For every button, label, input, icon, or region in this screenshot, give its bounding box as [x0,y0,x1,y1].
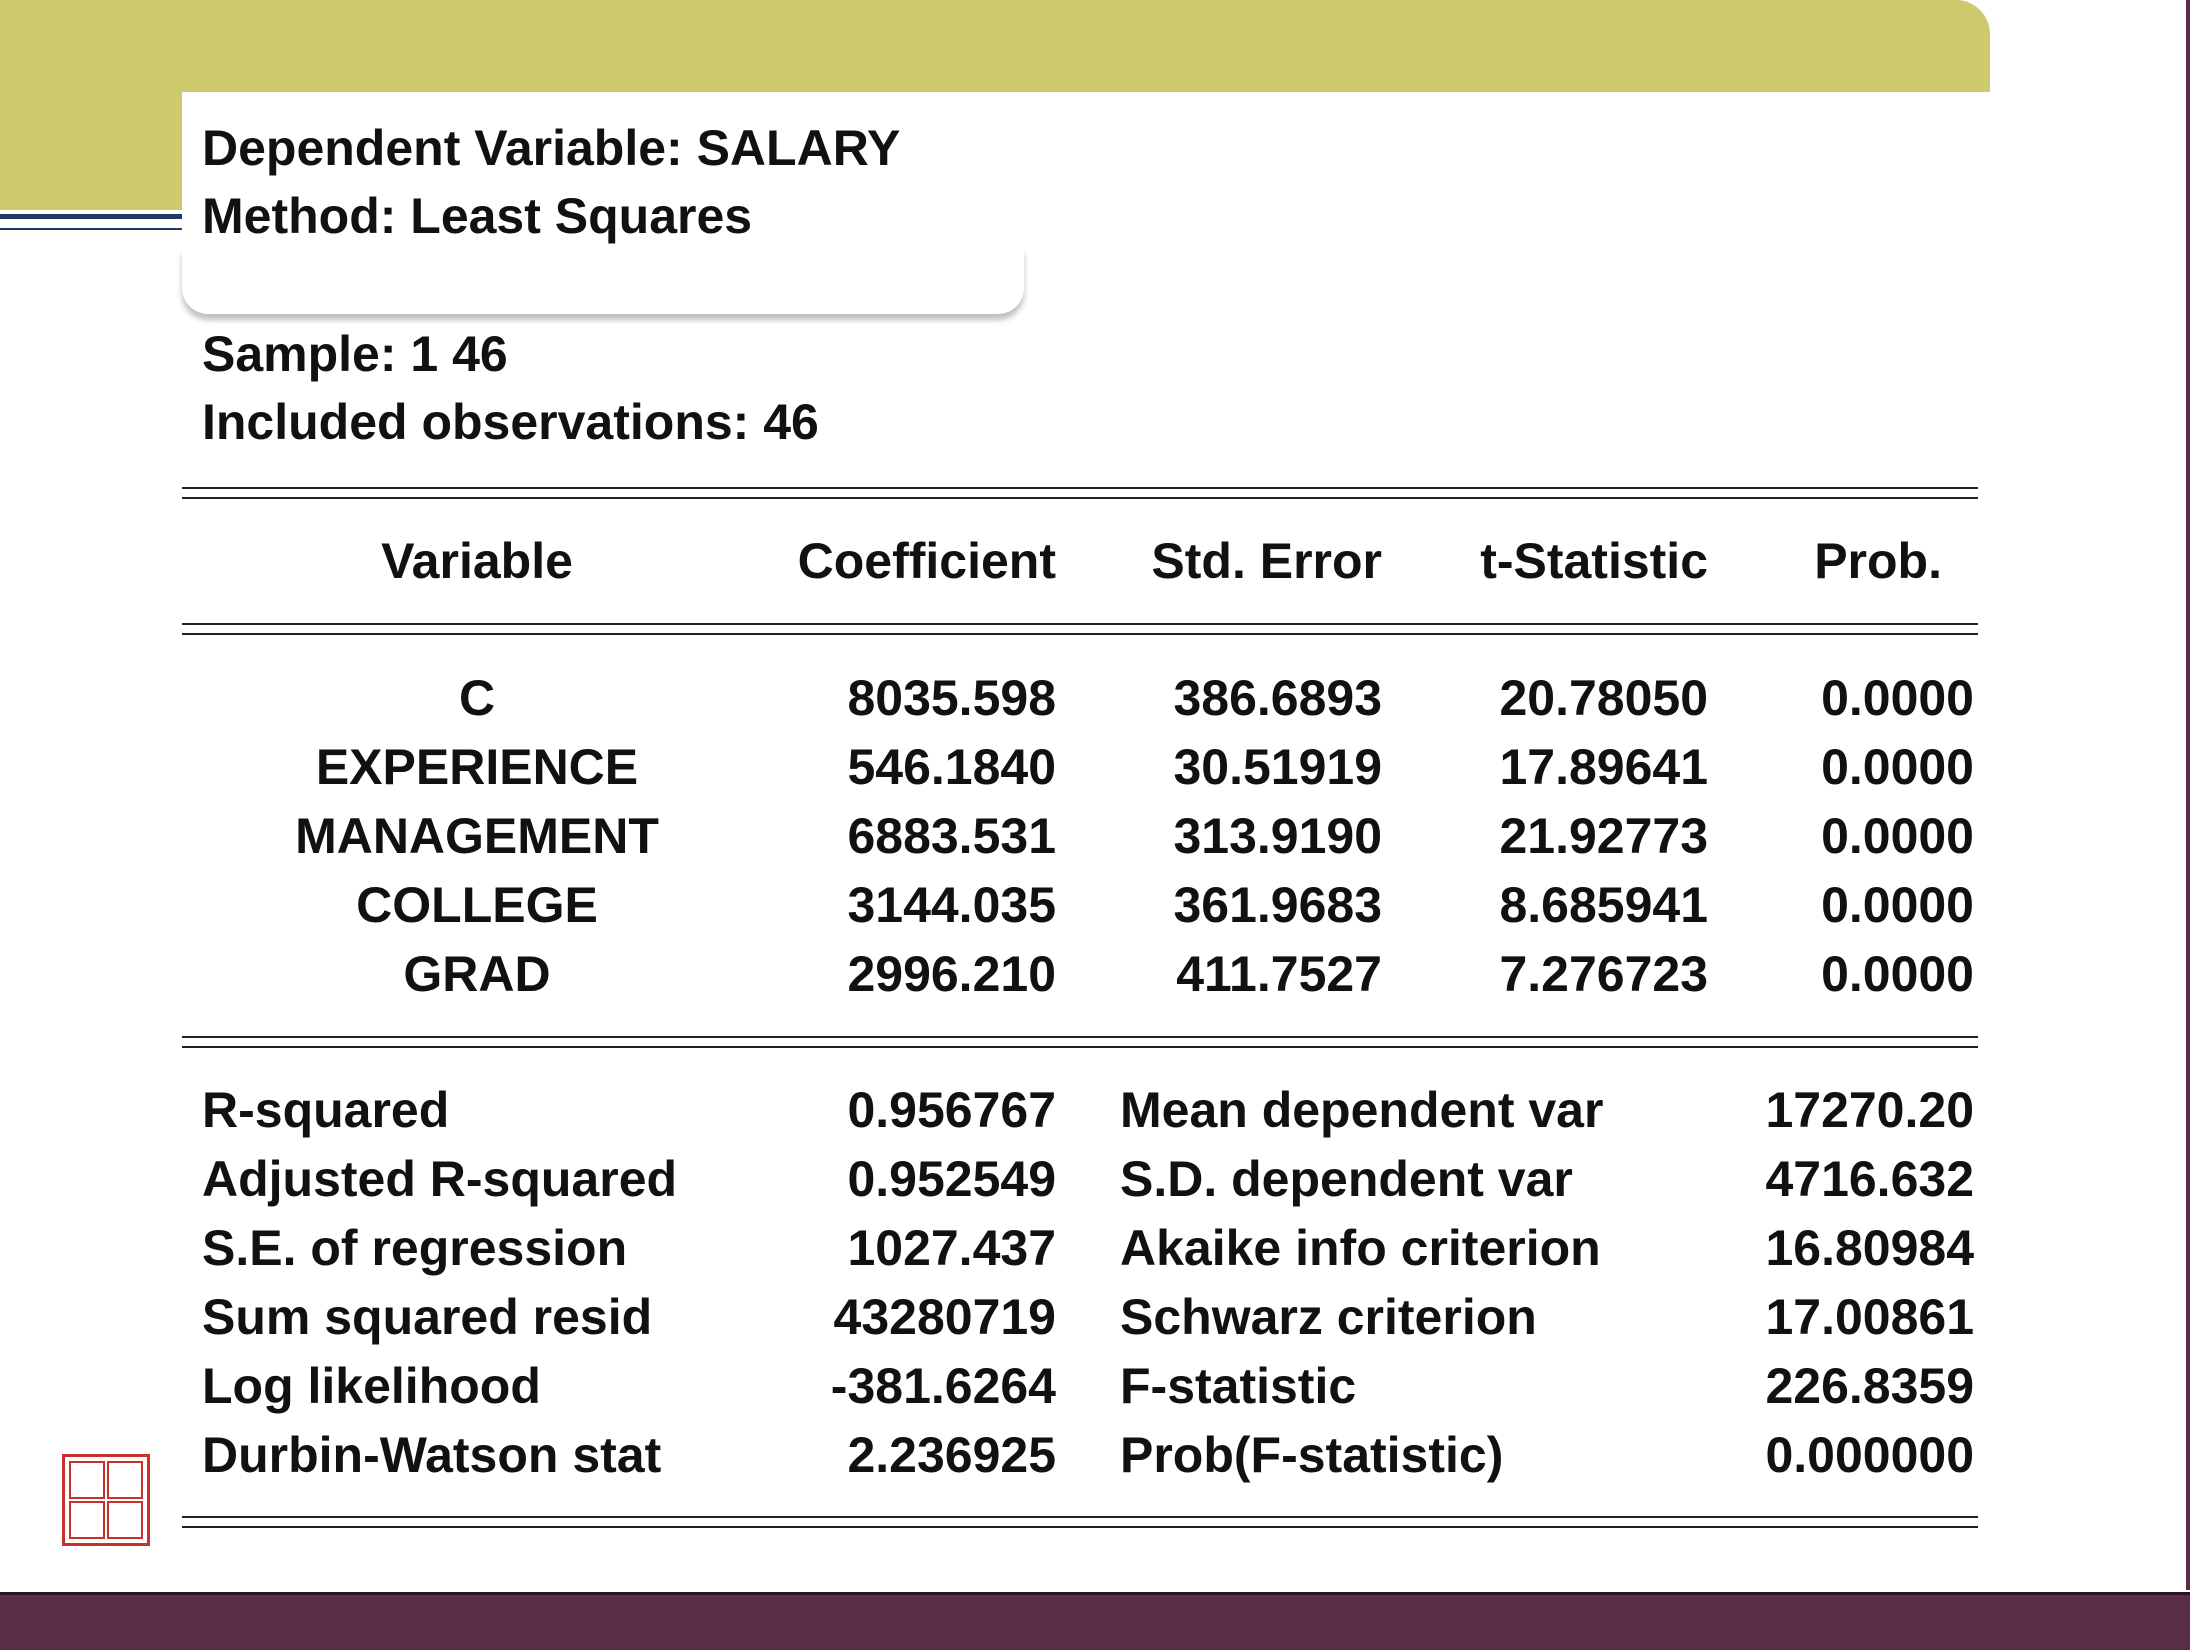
cell-t-statistic: 7.276723 [1499,946,1708,1002]
cell-coefficient: 2996.210 [847,946,1056,1002]
stat-value-right: 17.00861 [1765,1289,1974,1345]
stat-label-left: Log likelihood [202,1358,541,1414]
cell-std-error: 313.9190 [1173,808,1382,864]
stat-label-right: Prob(F-statistic) [1120,1427,1504,1483]
cell-coefficient: 8035.598 [847,670,1056,726]
stats-table-bottom-rule [182,1516,1978,1528]
cell-std-error: 361.9683 [1173,877,1382,933]
stat-value-right: 226.8359 [1765,1358,1974,1414]
table-top-rule [182,487,1978,499]
stat-value-left: 0.952549 [847,1151,1056,1207]
method-label: Method: Least Squares [202,188,753,244]
cell-prob: 0.0000 [1821,877,1974,933]
stat-label-left: R-squared [202,1082,450,1138]
cell-prob: 0.0000 [1821,670,1974,726]
col-head-coefficient: Coefficient [797,533,1056,589]
cell-prob: 0.0000 [1821,808,1974,864]
stat-label-right: S.D. dependent var [1120,1151,1573,1207]
stat-value-right: 0.000000 [1765,1427,1974,1483]
dependent-variable-label: Dependent Variable: SALARY [202,120,901,176]
table-header-rule [182,623,1978,635]
stat-label-right: F-statistic [1120,1358,1357,1414]
cell-variable: GRAD [403,946,551,1002]
stat-value-left: -381.6264 [830,1358,1056,1414]
coef-table-bottom-rule [182,1036,1978,1048]
red-seal-stamp-icon [62,1454,150,1546]
title-rule-thin [0,228,190,230]
stat-label-left: S.E. of regression [202,1220,628,1276]
cell-prob: 0.0000 [1821,739,1974,795]
col-head-variable: Variable [381,533,573,589]
cell-variable: EXPERIENCE [315,739,639,795]
stat-value-left: 43280719 [833,1289,1056,1345]
bottom-bar [0,1592,2190,1650]
stat-label-right: Mean dependent var [1120,1082,1604,1138]
stat-value-left: 2.236925 [847,1427,1056,1483]
stat-value-right: 17270.20 [1765,1082,1974,1138]
cell-variable: C [458,670,496,726]
stat-value-right: 16.80984 [1765,1220,1974,1276]
stat-label-right: Schwarz criterion [1120,1289,1537,1345]
cell-std-error: 386.6893 [1173,670,1382,726]
sample-label: Sample: 1 46 [202,326,508,382]
cell-t-statistic: 8.685941 [1499,877,1708,933]
right-edge-stripe [2186,0,2190,1590]
slide: Dependent Variable: SALARY Method: Least… [0,0,2190,1650]
cell-t-statistic: 20.78050 [1499,670,1708,726]
cell-variable: COLLEGE [356,877,598,933]
cell-coefficient: 546.1840 [847,739,1056,795]
stat-value-left: 0.956767 [847,1082,1056,1138]
stat-value-left: 1027.437 [847,1220,1056,1276]
cell-coefficient: 6883.531 [847,808,1056,864]
title-rule-thick [0,214,190,219]
cell-t-statistic: 17.89641 [1499,739,1708,795]
stat-label-right: Akaike info criterion [1120,1220,1601,1276]
stat-label-left: Durbin-Watson stat [202,1427,662,1483]
stat-label-left: Adjusted R-squared [202,1151,678,1207]
cell-t-statistic: 21.92773 [1499,808,1708,864]
header-overlay-shape [182,248,1024,314]
cell-std-error: 411.7527 [1176,946,1382,1002]
col-head-t-statistic: t-Statistic [1480,533,1708,589]
col-head-prob: Prob. [1814,533,1942,589]
cell-coefficient: 3144.035 [847,877,1056,933]
stat-label-left: Sum squared resid [202,1289,653,1345]
cell-variable: MANAGEMENT [295,808,659,864]
included-observations-label: Included observations: 46 [202,394,819,450]
stat-value-right: 4716.632 [1765,1151,1974,1207]
cell-prob: 0.0000 [1821,946,1974,1002]
col-head-std-error: Std. Error [1151,533,1382,589]
cell-std-error: 30.51919 [1173,739,1382,795]
